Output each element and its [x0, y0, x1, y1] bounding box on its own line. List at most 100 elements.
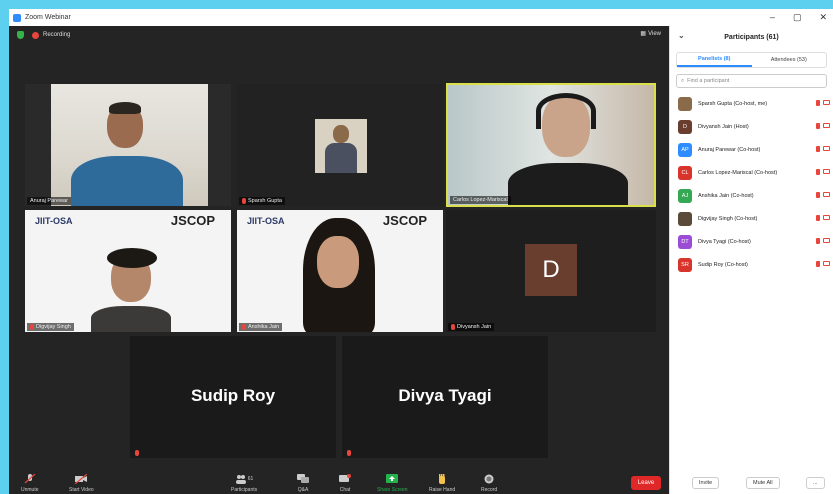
participant-row[interactable]: SR Sudip Roy (Co-host) — [670, 253, 833, 276]
participant-row[interactable]: AJ Anshika Jain (Co-host) — [670, 184, 833, 207]
mute-all-button[interactable]: Mute All — [746, 477, 780, 489]
participant-name: Anuraj Parewar (Co-host) — [698, 146, 761, 153]
participant-row[interactable]: AP Anuraj Parewar (Co-host) — [670, 138, 833, 161]
participants-button[interactable]: 61 Participants — [231, 474, 257, 493]
recording-dot-icon — [32, 31, 39, 39]
record-icon — [484, 474, 494, 484]
participant-name: Anshika Jain (Co-host) — [698, 192, 754, 199]
participant-avatar — [678, 96, 692, 111]
mic-muted-icon — [451, 324, 455, 330]
panel-title: Participants (61) — [724, 33, 779, 41]
chat-button[interactable]: Chat — [339, 474, 351, 493]
camera-off-icon — [823, 169, 830, 174]
chat-icon — [339, 474, 351, 482]
unmute-button[interactable]: Unmute — [21, 474, 39, 493]
video-tile-anuraj[interactable]: Anuraj Parewar — [25, 84, 231, 206]
search-placeholder: Find a participant — [687, 78, 730, 84]
share-screen-button[interactable]: Share Screen — [377, 474, 408, 493]
video-tile-sparsh[interactable]: Sparsh Gupta — [237, 84, 443, 206]
avatar: D — [525, 244, 577, 296]
qa-icon — [297, 474, 309, 483]
close-button[interactable]: ✕ — [819, 12, 827, 23]
mic-muted-icon — [242, 324, 246, 330]
raise-hand-icon — [439, 474, 446, 484]
minimize-button[interactable]: – — [770, 12, 775, 23]
mic-muted-icon — [816, 169, 820, 175]
participant-row[interactable]: DT Divya Tyagi (Co-host) — [670, 230, 833, 253]
participant-avatar: D — [678, 119, 692, 134]
participant-avatar: CL — [678, 165, 692, 180]
tab-attendees[interactable]: Attendees (53) — [752, 53, 827, 67]
mic-muted-icon — [816, 100, 820, 106]
view-button[interactable]: ▦ View — [640, 30, 661, 38]
zoom-app-icon — [13, 13, 21, 22]
participants-icon — [235, 475, 246, 484]
mic-muted-icon — [816, 261, 820, 267]
video-feed — [448, 85, 654, 205]
camera-off-icon — [823, 146, 830, 151]
title-bar: Zoom Webinar – ▢ ✕ — [9, 9, 833, 26]
participant-row[interactable]: Sparsh Gupta (Co-host, me) — [670, 92, 833, 115]
start-video-button[interactable]: Start Video — [69, 474, 94, 493]
org-logo: JIIT-OSA — [247, 216, 285, 226]
leave-button[interactable]: Leave — [631, 476, 661, 490]
participant-name: Divyansh Jain (Host) — [698, 123, 749, 130]
event-logo: JSCOP — [382, 213, 427, 228]
panel-tabs: Panelists (8) Attendees (53) — [676, 52, 827, 68]
meeting-topbar: Recording ▦ View — [9, 26, 669, 44]
video-tile-digvijay[interactable]: JIIT-OSA JSCOP Digvijay Singh — [25, 210, 231, 332]
participant-row[interactable]: Digvijay Singh (Co-host) — [670, 207, 833, 230]
participants-panel: ⌄ Participants (61) Panelists (8) Attend… — [669, 26, 833, 494]
participant-name: Anuraj Parewar — [30, 198, 68, 204]
maximize-button[interactable]: ▢ — [793, 12, 802, 23]
microphone-muted-icon — [24, 474, 36, 484]
participant-name: Divya Tyagi (Co-host) — [698, 238, 751, 245]
mic-muted-icon — [816, 238, 820, 244]
participant-name: Carlos Lopez-Mariscal (Co-host) — [698, 169, 778, 176]
recording-label: Recording — [43, 32, 71, 38]
search-icon: ⌕ — [681, 77, 685, 84]
video-camera-off-icon — [75, 474, 88, 484]
video-tile-sudip[interactable]: Sudip Roy — [130, 336, 336, 458]
collapse-chevron-icon[interactable]: ⌄ — [678, 31, 685, 40]
participant-avatar — [678, 211, 692, 226]
video-feed: JIIT-OSA JSCOP — [25, 210, 231, 332]
participant-name: Anshika Jain — [248, 324, 280, 330]
security-shield-icon[interactable] — [17, 31, 24, 39]
divyansh-tile[interactable]: D Divyansh Jain — [446, 210, 656, 332]
participant-row[interactable]: CL Carlos Lopez-Mariscal (Co-host) — [670, 161, 833, 184]
invite-button[interactable]: Invite — [692, 477, 720, 489]
participant-name: Sudip Roy (Co-host) — [698, 261, 748, 268]
share-screen-icon — [386, 474, 399, 483]
participant-avatar: SR — [678, 257, 692, 272]
video-tile-anshika[interactable]: JIIT-OSA JSCOP Anshika Jain — [237, 210, 443, 332]
record-button[interactable]: Record — [481, 474, 497, 493]
zoom-window: Zoom Webinar – ▢ ✕ Recording ▦ View Anur… — [9, 9, 833, 494]
window-title: Zoom Webinar — [25, 14, 71, 21]
mic-muted-icon — [30, 324, 34, 330]
participant-avatar: AJ — [678, 188, 692, 203]
participant-search-input[interactable]: ⌕ Find a participant — [676, 74, 827, 88]
more-button[interactable]: ... — [806, 477, 825, 489]
meeting-area: Recording ▦ View Anuraj Parewar Sparsh G… — [9, 26, 669, 494]
raise-hand-button[interactable]: Raise Hand — [429, 474, 455, 493]
video-tile-divya[interactable]: Divya Tyagi — [342, 336, 548, 458]
participant-name: Divyansh Jain — [457, 324, 492, 330]
mic-muted-icon — [135, 450, 139, 456]
participant-name: Carlos Lopez-Mariscal — [453, 197, 508, 203]
participant-name: Sparsh Gupta — [248, 198, 282, 204]
mic-muted-icon — [347, 450, 351, 456]
camera-off-icon — [823, 192, 830, 197]
tab-panelists[interactable]: Panelists (8) — [677, 53, 752, 67]
participant-big-name: Sudip Roy — [190, 386, 276, 405]
participant-row[interactable]: D Divyansh Jain (Host) — [670, 115, 833, 138]
mic-muted-icon — [816, 146, 820, 152]
participant-avatar: AP — [678, 142, 692, 157]
participant-name: Sparsh Gupta (Co-host, me) — [698, 100, 768, 107]
video-feed — [51, 84, 208, 206]
camera-off-icon — [823, 215, 830, 220]
camera-off-icon — [823, 123, 830, 128]
video-tile-carlos[interactable]: Carlos Lopez-Mariscal — [446, 83, 656, 207]
qa-button[interactable]: Q&A — [297, 474, 309, 493]
mic-muted-icon — [242, 198, 246, 204]
